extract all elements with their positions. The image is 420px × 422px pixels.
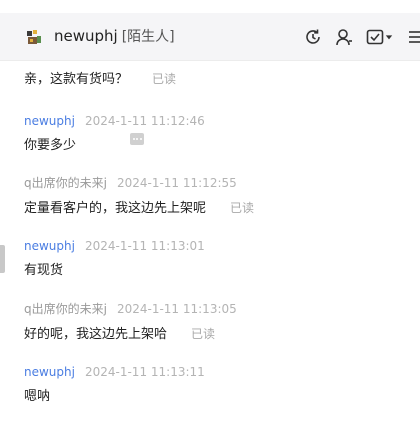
sender-name[interactable]: newuphj [24,114,75,128]
refresh-clock-icon[interactable] [302,26,324,48]
message-text[interactable]: 嗯呐 [24,388,404,406]
message-text[interactable]: 亲，这款有货吗？ 已读 [24,70,404,88]
task-check-icon[interactable] [364,26,386,48]
message: q出席你的未来j 2024-1-11 11:12:55 定量看客户的，我这边先上架… [24,175,404,217]
message-meta: newuphj 2024-1-11 11:12:46 [24,113,404,129]
avatar[interactable] [25,28,43,46]
sender-name[interactable]: q出席你的未来j [24,176,107,190]
contact-title: newuphj [陌生人] [54,26,175,46]
contact-name: newuphj [54,27,118,45]
message-meta: q出席你的未来j 2024-1-11 11:12:55 [24,175,404,191]
menu-icon[interactable] [405,26,420,48]
message: newuphj 2024-1-11 11:13:01 有现货 [24,238,404,280]
message-meta: newuphj 2024-1-11 11:13:11 [24,364,404,380]
timestamp: 2024-1-11 11:12:55 [116,176,237,190]
resize-handle[interactable] [0,245,5,273]
sender-name[interactable]: newuphj [24,365,75,379]
message: newuphj 2024-1-11 11:13:11 嗯呐 [24,364,404,406]
message-text[interactable]: 有现货 [24,262,404,280]
message-partial: 亲，这款有货吗？ 已读 [24,70,404,88]
user-icon[interactable] [333,26,355,48]
read-status: 已读 [152,72,177,86]
message-meta: newuphj 2024-1-11 11:13:01 [24,238,404,254]
read-status: 已读 [191,327,216,341]
message-list[interactable]: 亲，这款有货吗？ 已读 newuphj 2024-1-11 11:12:46 你要多… [0,61,420,422]
message-text[interactable]: 定量看客户的，我这边先上架呢 已读 [24,199,404,217]
message-text[interactable]: 好的呢，我这边先上架哈 已读 [24,325,404,343]
chat-header: newuphj [陌生人] [0,13,420,61]
message: q出席你的未来j 2024-1-11 11:13:05 好的呢，我这边先上架哈 已读 [24,301,404,343]
chevron-down-icon[interactable] [384,26,394,48]
timestamp: 2024-1-11 11:13:05 [116,302,237,316]
message: newuphj 2024-1-11 11:12:46 你要多少 [24,113,404,155]
timestamp: 2024-1-11 11:12:46 [84,114,205,128]
sender-name[interactable]: q出席你的未来j [24,302,107,316]
message-meta: q出席你的未来j 2024-1-11 11:13:05 [24,301,404,317]
sender-name[interactable]: newuphj [24,239,75,253]
timestamp: 2024-1-11 11:13:01 [84,239,205,253]
contact-tag: [陌生人] [121,29,175,45]
timestamp: 2024-1-11 11:13:11 [84,365,205,379]
read-status: 已读 [230,201,255,215]
more-options-icon[interactable] [130,133,144,145]
message-text[interactable]: 你要多少 [24,137,404,155]
chat-window: newuphj [陌生人] 亲，这款有货吗？ 已读 newuphj 2024-1… [0,0,420,422]
